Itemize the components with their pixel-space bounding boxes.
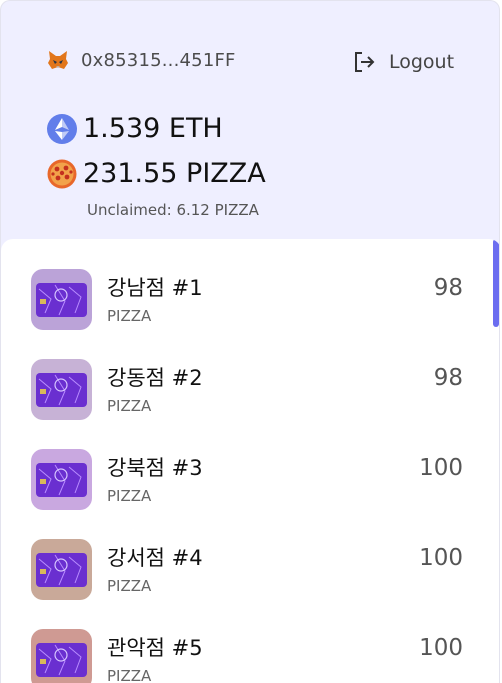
item-value: 98: [433, 365, 463, 391]
wallet-header: 0x85315...451FF Logout 1.539 ETH 231.55 …: [1, 1, 499, 239]
item-name: 강서점 #4: [107, 546, 203, 570]
pizza-balance: 231.55 PIZZA: [47, 158, 266, 189]
item-name: 강동점 #2: [107, 366, 203, 390]
item-name: 관악점 #5: [107, 636, 203, 660]
item-token: PIZZA: [107, 487, 152, 505]
metamask-fox-icon: [48, 51, 68, 69]
wallet-address: 0x85315...451FF: [81, 49, 236, 71]
pizza-balance-text: 231.55 PIZZA: [83, 158, 266, 189]
nft-thumbnail: [31, 539, 92, 600]
eth-balance-text: 1.539 ETH: [83, 113, 223, 144]
scrollbar[interactable]: [493, 239, 499, 327]
nft-list[interactable]: 강남점 #1 PIZZA 98 강동점 #2 PIZZA 98 강북점 #3 P…: [1, 239, 499, 683]
list-item[interactable]: 강북점 #3 PIZZA 100: [31, 449, 463, 511]
nft-thumbnail: [31, 629, 92, 683]
item-name: 강북점 #3: [107, 456, 203, 480]
nft-thumbnail: [31, 359, 92, 420]
item-token: PIZZA: [107, 397, 152, 415]
eth-balance: 1.539 ETH: [47, 113, 223, 144]
item-value: 100: [419, 635, 463, 661]
logout-label: Logout: [389, 51, 455, 73]
wallet-panel: 0x85315...451FF Logout 1.539 ETH 231.55 …: [0, 0, 500, 683]
item-value: 98: [433, 275, 463, 301]
item-value: 100: [419, 545, 463, 571]
list-item[interactable]: 강서점 #4 PIZZA 100: [31, 539, 463, 601]
logout-icon: [355, 52, 375, 72]
list-item[interactable]: 강남점 #1 PIZZA 98: [31, 269, 463, 331]
logout-button[interactable]: Logout: [351, 49, 454, 75]
wallet-account[interactable]: 0x85315...451FF: [47, 49, 236, 71]
item-name: 강남점 #1: [107, 276, 203, 300]
item-token: PIZZA: [107, 307, 152, 325]
unclaimed-rewards: Unclaimed: 6.12 PIZZA: [87, 201, 259, 219]
ethereum-icon: [47, 113, 77, 144]
pizza-icon: [47, 159, 77, 188]
nft-thumbnail: [31, 449, 92, 510]
item-token: PIZZA: [107, 577, 152, 595]
item-token: PIZZA: [107, 667, 152, 683]
list-item[interactable]: 강동점 #2 PIZZA 98: [31, 359, 463, 421]
item-value: 100: [419, 455, 463, 481]
list-item[interactable]: 관악점 #5 PIZZA 100: [31, 629, 463, 683]
nft-thumbnail: [31, 269, 92, 330]
